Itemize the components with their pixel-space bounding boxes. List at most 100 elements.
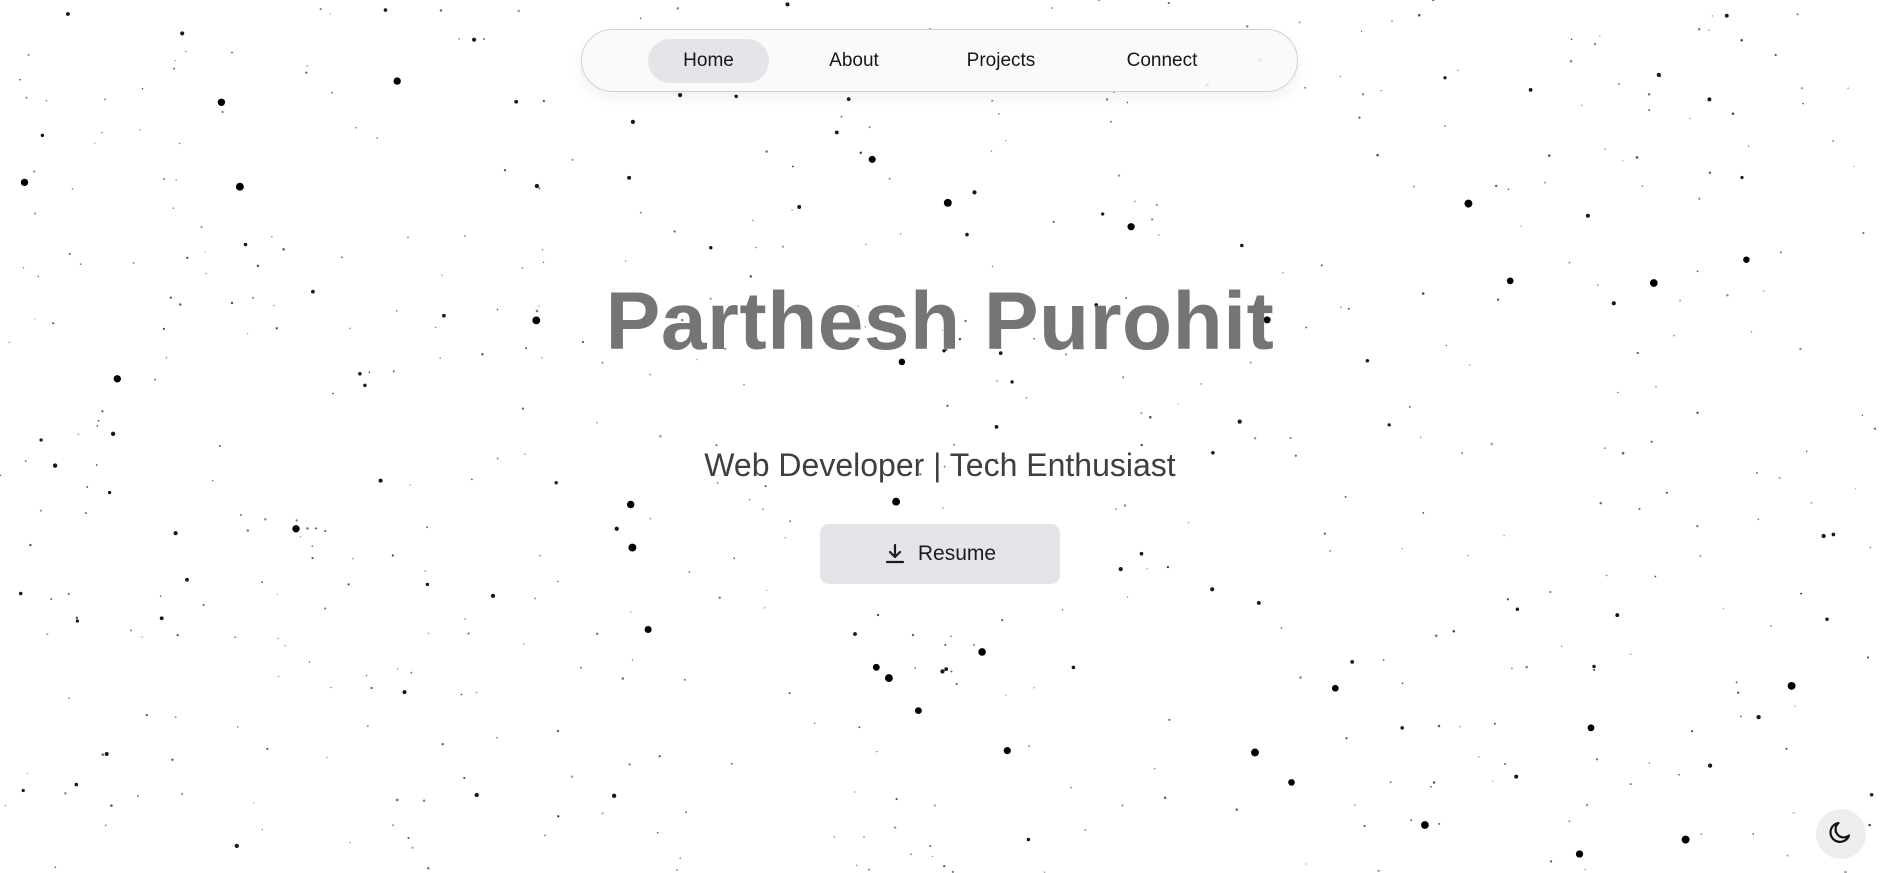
resume-button[interactable]: Resume <box>820 524 1060 584</box>
star <box>859 151 863 154</box>
star <box>46 633 49 636</box>
star <box>614 526 619 531</box>
star <box>909 853 912 856</box>
star <box>628 543 637 552</box>
star <box>407 236 409 239</box>
star <box>1507 188 1510 191</box>
star <box>718 596 721 599</box>
star <box>94 142 96 145</box>
star <box>676 869 678 871</box>
star <box>1599 502 1602 505</box>
star <box>627 175 632 180</box>
star <box>639 17 642 20</box>
star <box>1629 783 1632 786</box>
star <box>1752 833 1755 835</box>
star <box>1101 212 1105 216</box>
nav-item-projects[interactable]: Projects <box>934 39 1068 83</box>
star <box>595 632 599 636</box>
star <box>1873 427 1877 430</box>
star <box>1707 763 1713 768</box>
star <box>765 150 768 153</box>
star <box>231 51 233 54</box>
star <box>1665 491 1668 494</box>
star <box>1617 83 1620 86</box>
star <box>383 8 388 12</box>
star <box>1118 567 1123 572</box>
star <box>347 583 350 586</box>
star <box>1593 42 1597 46</box>
star <box>991 99 994 102</box>
star <box>1800 87 1804 90</box>
star <box>1070 786 1072 789</box>
star <box>621 677 625 680</box>
star <box>978 648 986 656</box>
star <box>1382 659 1385 661</box>
star <box>1105 98 1109 101</box>
star <box>1155 203 1158 206</box>
star <box>1681 835 1690 844</box>
star <box>391 554 394 557</box>
star <box>21 788 25 793</box>
star <box>463 776 466 779</box>
star <box>611 793 617 798</box>
star <box>79 263 82 265</box>
star <box>139 129 141 131</box>
star <box>933 804 936 807</box>
star <box>402 690 407 695</box>
star <box>1280 626 1283 629</box>
star <box>1432 0 1435 2</box>
nav-item-connect[interactable]: Connect <box>1090 39 1234 83</box>
star <box>77 433 80 436</box>
star <box>173 531 178 536</box>
star <box>113 375 121 383</box>
star <box>1711 15 1714 17</box>
star <box>341 256 343 259</box>
star <box>1656 72 1661 77</box>
star <box>1700 833 1703 836</box>
star <box>253 802 255 804</box>
star <box>54 866 57 869</box>
star <box>1122 376 1125 379</box>
star <box>311 545 314 547</box>
star <box>1503 534 1505 537</box>
star <box>392 824 395 827</box>
star <box>306 527 309 530</box>
star <box>955 682 958 685</box>
star <box>1821 533 1826 539</box>
star <box>1028 745 1030 747</box>
nav-item-home[interactable]: Home <box>648 39 769 83</box>
nav-item-about[interactable]: About <box>794 39 914 83</box>
star <box>474 792 479 798</box>
star <box>679 857 682 860</box>
star <box>1363 825 1366 827</box>
star <box>785 2 790 7</box>
star <box>797 205 802 209</box>
star <box>1641 185 1644 187</box>
star <box>29 543 32 547</box>
star <box>601 812 604 815</box>
star <box>97 419 100 422</box>
star <box>709 246 713 250</box>
star <box>1464 199 1473 208</box>
star <box>1690 729 1694 733</box>
star <box>1699 554 1702 557</box>
star <box>75 619 80 623</box>
theme-toggle-button[interactable] <box>1816 809 1866 859</box>
star <box>1802 102 1804 105</box>
star <box>110 431 116 436</box>
star <box>1121 804 1124 807</box>
star <box>1329 550 1331 552</box>
star <box>1575 850 1584 858</box>
star <box>1794 705 1796 707</box>
star <box>1413 185 1415 188</box>
star <box>1157 234 1160 236</box>
star <box>872 663 880 671</box>
star <box>1354 804 1356 806</box>
star <box>292 525 300 533</box>
star <box>331 91 334 94</box>
star <box>1869 793 1874 797</box>
star <box>1149 416 1152 419</box>
star <box>261 828 263 830</box>
star <box>868 126 871 129</box>
star <box>1377 869 1380 872</box>
